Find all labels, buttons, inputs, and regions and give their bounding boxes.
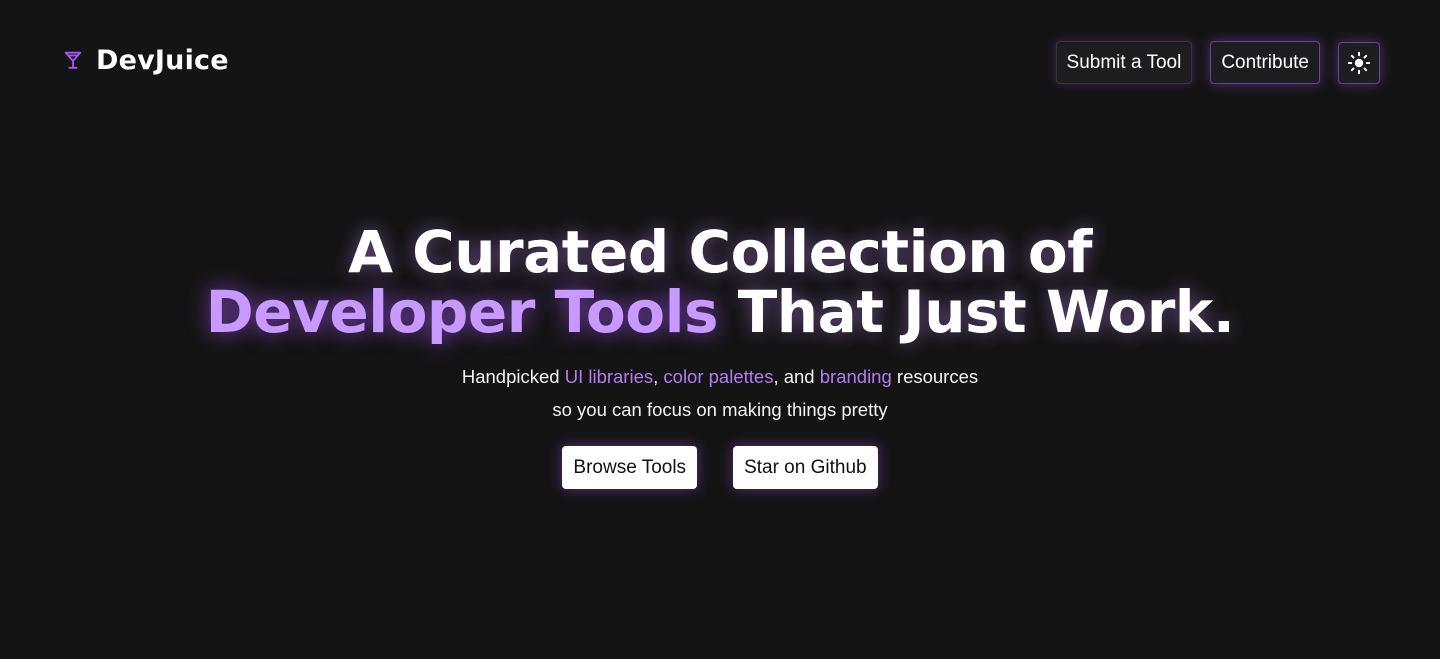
hero-subtitle: Handpicked UI libraries, color palettes,…	[0, 360, 1440, 426]
cocktail-glass-icon	[64, 51, 82, 69]
hero-section: A Curated Collection of Developer Tools …	[0, 222, 1440, 489]
headline-accent: Developer Tools	[205, 278, 719, 346]
star-on-github-button[interactable]: Star on Github	[733, 446, 878, 489]
brand-name: DevJuice	[96, 44, 229, 76]
theme-toggle-button[interactable]	[1338, 41, 1380, 84]
submit-tool-button[interactable]: Submit a Tool	[1055, 41, 1193, 84]
subtitle-text-1: Handpicked	[461, 366, 565, 387]
browse-tools-button[interactable]: Browse Tools	[562, 446, 698, 489]
ui-libraries-link[interactable]: UI libraries	[565, 366, 653, 387]
brand-logo[interactable]: DevJuice	[62, 42, 229, 78]
sun-icon	[1347, 51, 1371, 74]
headline-line1: A Curated Collection of	[348, 218, 1092, 286]
hero-actions: Browse Tools Star on Github	[0, 446, 1440, 489]
subtitle-text-2: , and	[773, 366, 820, 387]
hero-headline: A Curated Collection of Developer Tools …	[0, 222, 1440, 342]
branding-link[interactable]: branding	[820, 366, 892, 387]
contribute-button[interactable]: Contribute	[1210, 41, 1320, 84]
subtitle-text-3: resources	[891, 366, 979, 387]
subtitle-line-2: so you can focus on making things pretty	[552, 399, 888, 420]
top-nav: Submit a Tool Contribute	[1055, 41, 1380, 84]
color-palettes-link[interactable]: color palettes	[663, 366, 773, 387]
subtitle-sep-1: ,	[653, 366, 664, 387]
headline-rest: That Just Work.	[718, 278, 1235, 346]
